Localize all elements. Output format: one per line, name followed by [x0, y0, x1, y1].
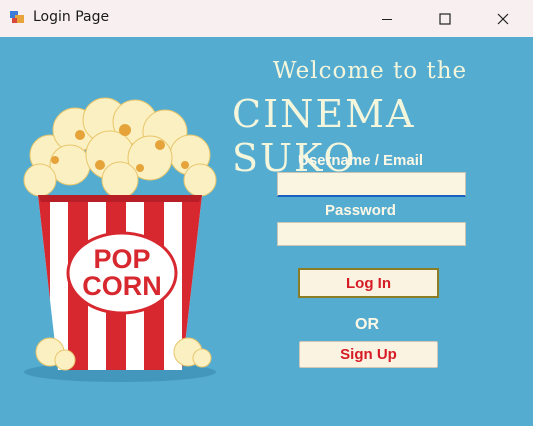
username-input[interactable]	[277, 172, 466, 197]
login-window: Login Page POP CORN Welcome to the CINEM…	[0, 0, 533, 426]
title-bar[interactable]: Login Page	[0, 0, 533, 37]
password-label: Password	[325, 202, 396, 219]
welcome-text: Welcome to the	[272, 58, 468, 84]
popcorn-label-line2: CORN	[82, 271, 162, 301]
signup-button[interactable]: Sign Up	[299, 341, 438, 368]
or-separator: OR	[355, 316, 379, 333]
username-label: Username / Email	[298, 152, 424, 169]
winforms-app-icon	[10, 11, 24, 23]
maximize-icon	[439, 12, 451, 25]
password-input[interactable]	[277, 222, 466, 246]
close-button[interactable]	[480, 0, 526, 37]
minimize-icon	[382, 18, 392, 20]
minimize-button[interactable]	[364, 0, 410, 37]
maximize-button[interactable]	[422, 0, 468, 37]
popcorn-illustration: POP CORN	[23, 97, 217, 382]
window-title: Login Page	[33, 9, 110, 25]
popcorn-label-line1: POP	[93, 244, 150, 274]
login-button[interactable]: Log In	[298, 268, 439, 298]
close-icon	[497, 13, 509, 24]
